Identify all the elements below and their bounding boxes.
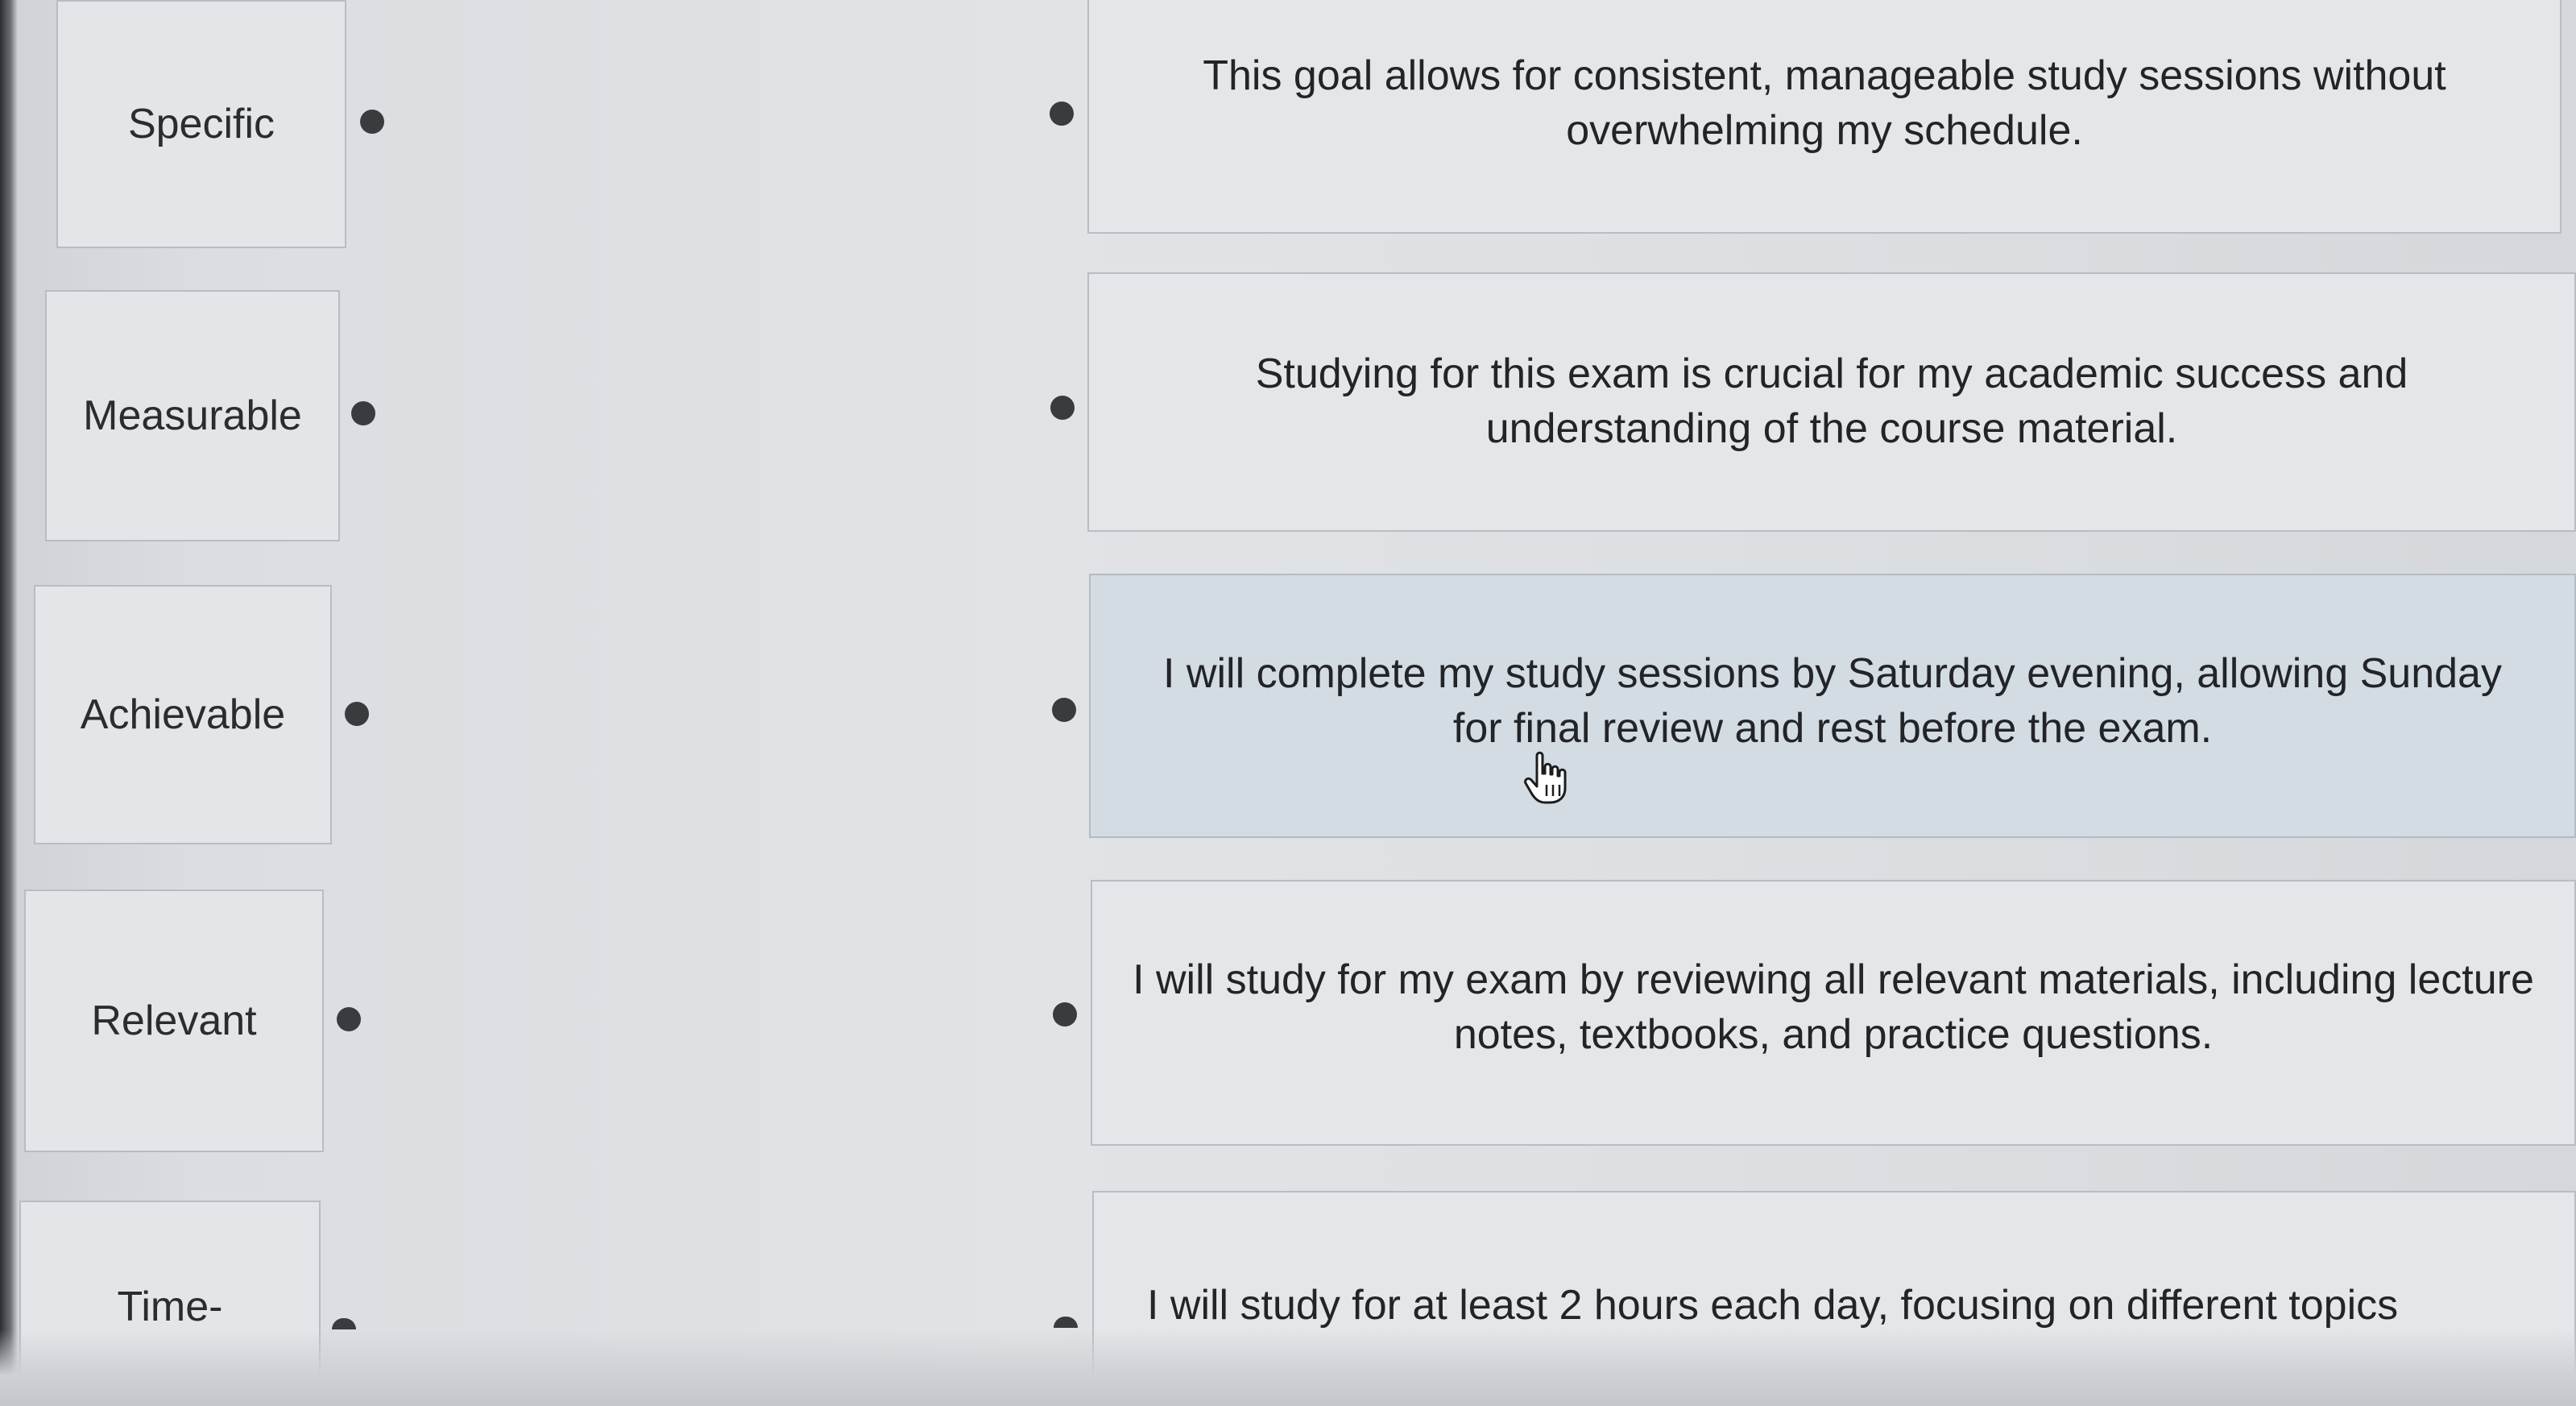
term-label: Achievable xyxy=(80,691,286,738)
hand-pointer-icon xyxy=(1524,751,1567,804)
description-box-1[interactable]: This goal allows for consistent, managea… xyxy=(1087,0,2562,234)
term-box-specific[interactable]: Specific xyxy=(56,0,346,248)
term-connector-dot-achievable[interactable] xyxy=(345,702,369,726)
term-connector-dot-relevant[interactable] xyxy=(337,1007,361,1031)
term-connector-dot-measurable[interactable] xyxy=(351,401,375,425)
term-connector-dot-time-bound[interactable] xyxy=(332,1318,356,1329)
screen-edge-shadow xyxy=(0,0,18,1406)
term-label: Time- xyxy=(117,1284,223,1330)
description-text: Studying for this exam is crucial for my… xyxy=(1255,350,2408,452)
description-text: I will study for at least 2 hours each d… xyxy=(1147,1282,2399,1329)
description-connector-dot-2[interactable] xyxy=(1050,396,1075,420)
description-text: I will complete my study sessions by Sat… xyxy=(1163,650,2502,752)
description-connector-dot-3[interactable] xyxy=(1052,698,1076,722)
term-label: Measurable xyxy=(83,392,302,439)
description-connector-dot-4[interactable] xyxy=(1053,1002,1077,1027)
description-text: This goal allows for consistent, managea… xyxy=(1203,52,2446,154)
term-connector-dot-specific[interactable] xyxy=(360,110,384,134)
description-box-3[interactable]: I will complete my study sessions by Sat… xyxy=(1089,574,2576,838)
term-box-achievable[interactable]: Achievable xyxy=(34,585,332,844)
description-connector-dot-5[interactable] xyxy=(1054,1317,1078,1328)
description-box-2[interactable]: Studying for this exam is crucial for my… xyxy=(1087,272,2576,532)
term-box-measurable[interactable]: Measurable xyxy=(45,290,340,541)
description-text: I will study for my exam by reviewing al… xyxy=(1133,956,2534,1058)
bottom-edge-shadow xyxy=(0,1329,2576,1406)
term-label: Relevant xyxy=(91,997,257,1044)
term-label: Specific xyxy=(127,101,275,147)
term-box-relevant[interactable]: Relevant xyxy=(24,890,324,1152)
description-connector-dot-1[interactable] xyxy=(1050,102,1074,126)
description-box-4[interactable]: I will study for my exam by reviewing al… xyxy=(1091,880,2576,1146)
